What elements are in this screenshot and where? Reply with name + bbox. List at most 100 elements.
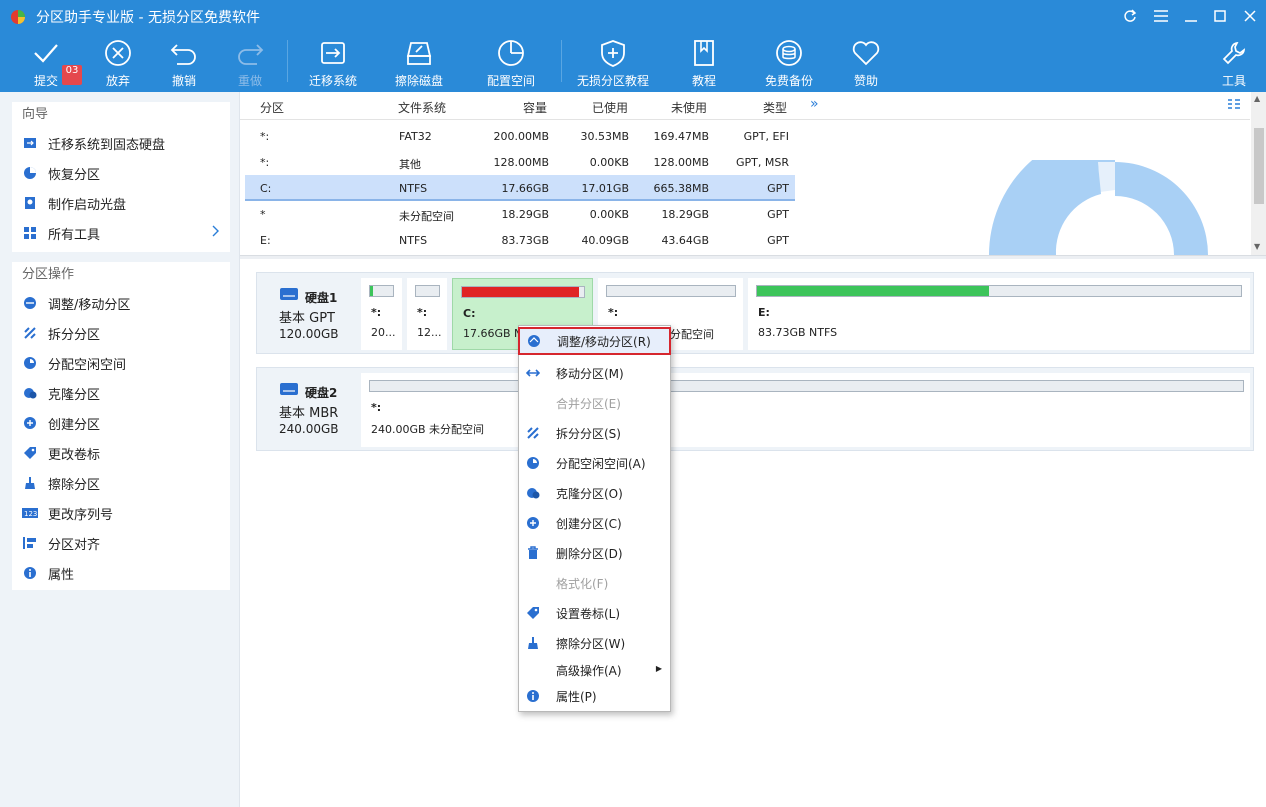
sidebar-item-change-label[interactable]: 更改卷标	[12, 438, 230, 468]
sidebar-item-properties[interactable]: 属性	[12, 558, 230, 588]
recover-icon	[22, 165, 38, 181]
allocate-icon	[22, 355, 38, 371]
maximize-icon[interactable]	[1210, 6, 1230, 26]
table-row[interactable]: *: 其他 128.00MB 0.00KB 128.00MB GPT, MSR	[245, 149, 795, 175]
move-icon	[525, 365, 541, 381]
close-icon[interactable]	[1240, 6, 1260, 26]
layout-toggle-icon[interactable]	[1227, 98, 1241, 115]
disk-1[interactable]: 硬盘1 基本 GPT 120.00GB *: 20... *: 12... C:…	[256, 272, 1254, 354]
sidebar-item-allocate[interactable]: 分配空闲空间	[12, 348, 230, 378]
sidebar-item-migrate-ssd[interactable]: 迁移系统到固态硬盘	[12, 128, 230, 158]
sidebar-item-serial[interactable]: 123 更改序列号	[12, 498, 230, 528]
chevron-right-icon	[212, 225, 220, 241]
disk-usage-donut	[989, 160, 1208, 255]
resize-icon	[22, 295, 38, 311]
wipe-disk-button[interactable]: 擦除磁盘	[390, 32, 448, 92]
scroll-down-icon[interactable]: ▼	[1254, 242, 1260, 251]
menu-item-resize-move[interactable]: 调整/移动分区(R)	[518, 327, 671, 355]
menu-item-delete[interactable]: 删除分区(D)	[519, 539, 670, 567]
sidebar-item-clone[interactable]: 克隆分区	[12, 378, 230, 408]
usage-fill	[757, 286, 990, 296]
menu-item-move[interactable]: 移动分区(M)	[519, 359, 670, 387]
table-row-selected[interactable]: C: NTFS 17.66GB 17.01GB 665.38MB GPT	[245, 175, 795, 201]
app-logo-icon	[11, 10, 25, 24]
table-row[interactable]: *: FAT32 200.00MB 30.53MB 169.47MB GPT, …	[245, 123, 795, 149]
menu-item-merge[interactable]: 合并分区(E)	[519, 389, 670, 417]
menu-item-wipe[interactable]: 擦除分区(W)	[519, 629, 670, 657]
menu-icon[interactable]	[1151, 6, 1171, 26]
discard-icon	[98, 36, 138, 70]
partition-block[interactable]: *: 12...	[407, 278, 447, 350]
disk-2[interactable]: 硬盘2 基本 MBR 240.00GB *: 240.00GB 未分配空间	[256, 367, 1254, 451]
sidebar-item-align[interactable]: 分区对齐	[12, 528, 230, 558]
partition-block[interactable]: *: 20...	[361, 278, 402, 350]
menu-item-allocate[interactable]: 分配空闲空间(A)	[519, 449, 670, 477]
title-bar: 分区助手专业版 - 无损分区免费软件	[0, 0, 1266, 32]
menu-item-split[interactable]: 拆分分区(S)	[519, 419, 670, 447]
allocate-space-button[interactable]: 配置空间	[482, 32, 540, 92]
trash-icon	[525, 545, 541, 561]
hard-disk-icon	[280, 288, 298, 300]
sidebar-item-split[interactable]: 拆分分区	[12, 318, 230, 348]
menu-item-advanced[interactable]: 高级操作(A) ▶	[519, 656, 670, 684]
serial-icon: 123	[22, 505, 38, 521]
sidebar-item-wipe[interactable]: 擦除分区	[12, 468, 230, 498]
menu-item-create[interactable]: 创建分区(C)	[519, 509, 670, 537]
col-used[interactable]: 已使用	[592, 99, 628, 116]
menu-item-properties[interactable]: 属性(P)	[519, 682, 670, 710]
undo-button[interactable]: 撤销	[160, 32, 208, 92]
main-area: 分区 文件系统 容量 已使用 未使用 类型 » *: FAT32 200.00M…	[239, 92, 1266, 807]
table-row[interactable]: E: NTFS 83.73GB 40.09GB 43.64GB GPT	[245, 227, 795, 253]
disk-2-info: 硬盘2 基本 MBR 240.00GB	[257, 368, 357, 450]
sidebar-item-create[interactable]: 创建分区	[12, 408, 230, 438]
partition-block[interactable]: *: 240.00GB 未分配空间	[361, 373, 1250, 447]
table-row[interactable]: * 未分配空间 18.29GB 0.00KB 18.29GB GPT	[245, 201, 795, 227]
scroll-thumb[interactable]	[1254, 128, 1264, 204]
sidebar-item-resize[interactable]: 调整/移动分区	[12, 288, 230, 318]
create-icon	[525, 515, 541, 531]
sponsor-button[interactable]: 赞助	[842, 32, 890, 92]
table-scrollbar[interactable]: ▲ ▼	[1251, 92, 1266, 255]
col-capacity[interactable]: 容量	[523, 99, 547, 116]
create-icon	[22, 415, 38, 431]
left-panel: 向导 迁移系统到固态硬盘 恢复分区 制作启动光盘 所有工具 分区操作 调整/移动…	[0, 92, 239, 807]
tutorial-button[interactable]: 教程	[680, 32, 728, 92]
col-type[interactable]: 类型	[763, 99, 787, 116]
partition-block[interactable]: E: 83.73GB NTFS	[748, 278, 1250, 350]
usage-fill	[462, 287, 580, 297]
migrate-os-button[interactable]: 迁移系统	[304, 32, 362, 92]
sidebar-item-recover-partition[interactable]: 恢复分区	[12, 158, 230, 188]
free-backup-button[interactable]: 免费备份	[760, 32, 818, 92]
scroll-up-icon[interactable]: ▲	[1254, 94, 1260, 103]
more-columns-icon[interactable]: »	[810, 96, 819, 112]
allocate-space-icon	[491, 36, 531, 70]
shield-icon	[593, 36, 633, 70]
clone-icon	[22, 385, 38, 401]
sidebar-item-all-tools[interactable]: 所有工具	[12, 218, 230, 248]
redo-button[interactable]: 重做	[226, 32, 274, 92]
label-icon	[525, 605, 541, 621]
info-icon	[525, 688, 541, 704]
svg-text:123: 123	[24, 510, 37, 518]
migrate-icon	[22, 135, 38, 151]
heart-icon	[846, 36, 886, 70]
minimize-icon[interactable]	[1181, 6, 1201, 26]
menu-item-format[interactable]: 格式化(F)	[519, 569, 670, 597]
toolbar-separator	[561, 40, 562, 82]
wrench-icon	[1214, 36, 1254, 70]
col-partition[interactable]: 分区	[260, 99, 284, 116]
check-icon	[26, 36, 66, 70]
top-band: 分区助手专业版 - 无损分区免费软件 提交 03 放弃 撤销 重做 迁移系统 擦…	[0, 0, 1266, 92]
col-filesystem[interactable]: 文件系统	[398, 99, 446, 116]
splitter[interactable]	[240, 255, 1266, 259]
sidebar-item-bootable-disc[interactable]: 制作启动光盘	[12, 188, 230, 218]
refresh-icon[interactable]	[1120, 6, 1140, 26]
menu-item-clone[interactable]: 克隆分区(O)	[519, 479, 670, 507]
partition-ops-section: 分区操作 调整/移动分区 拆分分区 分配空闲空间 克隆分区 创建分区 更改卷标 …	[12, 262, 230, 590]
toolbar-separator	[287, 40, 288, 82]
tools-button[interactable]: 工具	[1210, 32, 1258, 92]
discard-button[interactable]: 放弃	[94, 32, 142, 92]
col-free[interactable]: 未使用	[671, 99, 707, 116]
menu-item-set-label[interactable]: 设置卷标(L)	[519, 599, 670, 627]
tutorial-link-button[interactable]: 无损分区教程	[574, 32, 652, 92]
